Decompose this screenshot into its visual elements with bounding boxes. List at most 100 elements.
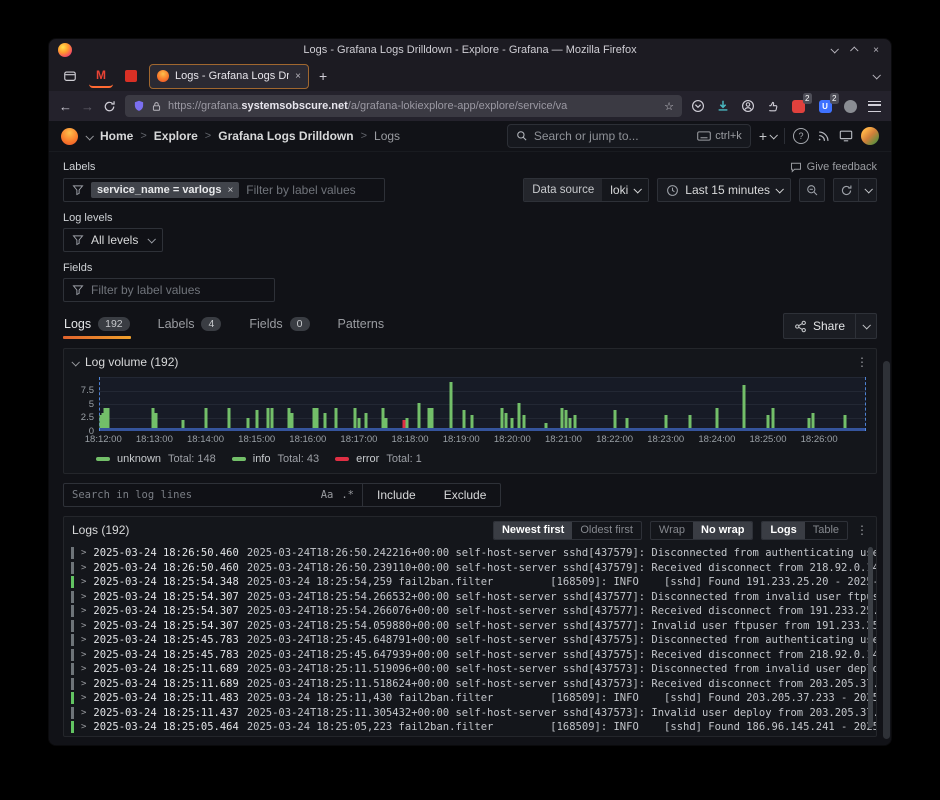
pinned-tab-red[interactable]: [119, 65, 143, 87]
page-scrollbar[interactable]: [883, 361, 890, 739]
table-row[interactable]: >2025-03-24 18:25:05.4642025-03-24 18:25…: [64, 720, 876, 735]
time-range-picker[interactable]: Last 15 minutes: [657, 178, 791, 202]
row-expander-icon[interactable]: >: [81, 606, 86, 616]
view-table[interactable]: Table: [805, 522, 847, 539]
extension-blue-button[interactable]: U 2: [817, 98, 833, 114]
row-expander-icon[interactable]: >: [81, 708, 86, 718]
table-row[interactable]: >2025-03-24 18:25:11.6892025-03-24T18:25…: [64, 677, 876, 692]
table-row[interactable]: >2025-03-24 18:25:54.3072025-03-24T18:25…: [64, 604, 876, 619]
hamburger-icon: [868, 101, 881, 112]
row-expander-icon[interactable]: >: [81, 693, 86, 703]
row-expander-icon[interactable]: >: [81, 679, 86, 689]
tab-patterns[interactable]: Patterns: [337, 314, 386, 339]
case-sensitivity-toggle[interactable]: Aa: [321, 489, 334, 501]
label-filter-chip[interactable]: service_name = varlogs×: [91, 182, 239, 198]
legend-item-info[interactable]: infoTotal: 43: [232, 453, 319, 465]
tab-close-icon[interactable]: ×: [295, 71, 301, 82]
row-expander-icon[interactable]: >: [81, 664, 86, 674]
maximize-button[interactable]: [852, 45, 858, 56]
pocket-button[interactable]: [691, 99, 705, 113]
active-tab[interactable]: Logs - Grafana Logs Drilldow ×: [149, 64, 309, 89]
chip-remove-icon[interactable]: ×: [227, 185, 233, 196]
regex-toggle[interactable]: .*: [341, 489, 354, 501]
table-row[interactable]: >2025-03-24 18:25:11.6892025-03-24T18:25…: [64, 662, 876, 677]
share-dropdown[interactable]: [855, 314, 876, 338]
table-row[interactable]: >2025-03-24 18:25:11.4832025-03-24 18:25…: [64, 691, 876, 706]
table-row[interactable]: >2025-03-24 18:26:50.4602025-03-24T18:26…: [64, 561, 876, 576]
help-button[interactable]: ?: [793, 128, 809, 144]
zoom-out-button[interactable]: [799, 178, 825, 202]
panel-menu-icon[interactable]: ⋮: [856, 355, 868, 369]
tab-logs[interactable]: Logs192: [63, 314, 131, 339]
reload-button[interactable]: [103, 100, 116, 113]
grafana-logo-icon[interactable]: [61, 128, 78, 145]
refresh-button[interactable]: [833, 178, 859, 202]
log-line-search-input[interactable]: Search in log lines Aa .*: [63, 483, 363, 507]
table-row[interactable]: >2025-03-24 18:25:45.7832025-03-24T18:25…: [64, 648, 876, 663]
logs-scrollbar[interactable]: [868, 547, 873, 728]
fields-filter-input[interactable]: Filter by label values: [63, 278, 275, 302]
panel-menu-icon[interactable]: ⋮: [856, 523, 868, 537]
tab-labels[interactable]: Labels4: [157, 314, 223, 339]
row-expander-icon[interactable]: >: [81, 592, 86, 602]
table-row[interactable]: >2025-03-24 18:25:54.3072025-03-24T18:25…: [64, 619, 876, 634]
user-avatar[interactable]: [861, 127, 879, 145]
table-row[interactable]: >2025-03-24 18:25:54.3072025-03-24T18:25…: [64, 590, 876, 605]
exclude-button[interactable]: Exclude: [430, 484, 501, 506]
account-button[interactable]: [741, 99, 755, 113]
extension-red-button[interactable]: 2: [790, 98, 806, 114]
close-button[interactable]: ×: [873, 45, 879, 56]
extension-thumb-button[interactable]: [766, 100, 779, 113]
log-levels-dropdown[interactable]: All levels: [63, 228, 163, 252]
legend-item-error[interactable]: errorTotal: 1: [335, 453, 422, 465]
breadcrumb-item[interactable]: Home: [100, 129, 133, 143]
chart-plot-area[interactable]: [99, 377, 866, 431]
news-icon[interactable]: [817, 129, 831, 143]
row-expander-icon[interactable]: >: [81, 722, 86, 732]
pinned-tab-gmail[interactable]: M: [89, 64, 113, 88]
forward-button[interactable]: →: [81, 100, 94, 113]
row-expander-icon[interactable]: >: [81, 621, 86, 631]
search-box[interactable]: Search or jump to... ctrl+k: [507, 124, 751, 148]
row-expander-icon[interactable]: >: [81, 548, 86, 558]
table-row[interactable]: >2025-03-24 18:25:11.4372025-03-24T18:25…: [64, 706, 876, 721]
new-menu-button[interactable]: +: [759, 128, 776, 144]
wrap-no-wrap[interactable]: No wrap: [693, 522, 752, 539]
downloads-button[interactable]: [716, 99, 730, 113]
row-expander-icon[interactable]: >: [81, 577, 86, 587]
collapse-chevron-icon[interactable]: [72, 353, 78, 371]
legend-item-unknown[interactable]: unknownTotal: 148: [96, 453, 216, 465]
row-expander-icon[interactable]: >: [81, 650, 86, 660]
datasource-picker[interactable]: Data source loki: [523, 178, 649, 202]
tab-overflow-button[interactable]: [873, 73, 879, 79]
back-button[interactable]: ←: [59, 100, 72, 113]
breadcrumb-item[interactable]: Grafana Logs Drilldown: [218, 129, 353, 143]
org-switcher-chevron-icon[interactable]: [86, 127, 92, 145]
include-button[interactable]: Include: [363, 484, 430, 506]
bookmark-star-icon[interactable]: ☆: [664, 100, 674, 113]
url-bar[interactable]: https://grafana.systemsobscure.net/a/gra…: [125, 95, 682, 117]
sort-oldest-first[interactable]: Oldest first: [572, 522, 641, 539]
menu-button[interactable]: [868, 101, 881, 112]
table-row[interactable]: >2025-03-24 18:26:50.4602025-03-24T18:26…: [64, 546, 876, 561]
new-tab-button[interactable]: +: [319, 68, 327, 84]
sort-newest-first[interactable]: Newest first: [494, 522, 572, 539]
row-expander-icon[interactable]: >: [81, 563, 86, 573]
table-row[interactable]: >2025-03-24 18:25:45.7832025-03-24T18:25…: [64, 633, 876, 648]
breadcrumb-item[interactable]: Explore: [154, 129, 198, 143]
table-row[interactable]: >2025-03-24 18:25:05.1712025-03-24T18:25…: [64, 735, 876, 737]
tab-fields[interactable]: Fields0: [248, 314, 310, 339]
share-button[interactable]: Share: [784, 314, 855, 338]
refresh-interval-dropdown[interactable]: [859, 178, 877, 202]
minimize-button[interactable]: [831, 45, 837, 56]
table-row[interactable]: >2025-03-24 18:25:54.3482025-03-24 18:25…: [64, 575, 876, 590]
titlebar[interactable]: Logs - Grafana Logs Drilldown - Explore …: [49, 39, 891, 61]
wrap-wrap[interactable]: Wrap: [651, 522, 693, 539]
monitor-icon[interactable]: [839, 129, 853, 143]
tab-list-button[interactable]: [57, 65, 83, 87]
extension-gray-button[interactable]: [844, 100, 857, 113]
view-logs[interactable]: Logs: [762, 522, 804, 539]
label-filter-input[interactable]: service_name = varlogs× Filter by label …: [63, 178, 385, 202]
give-feedback-link[interactable]: Give feedback: [790, 161, 877, 173]
row-expander-icon[interactable]: >: [81, 635, 86, 645]
